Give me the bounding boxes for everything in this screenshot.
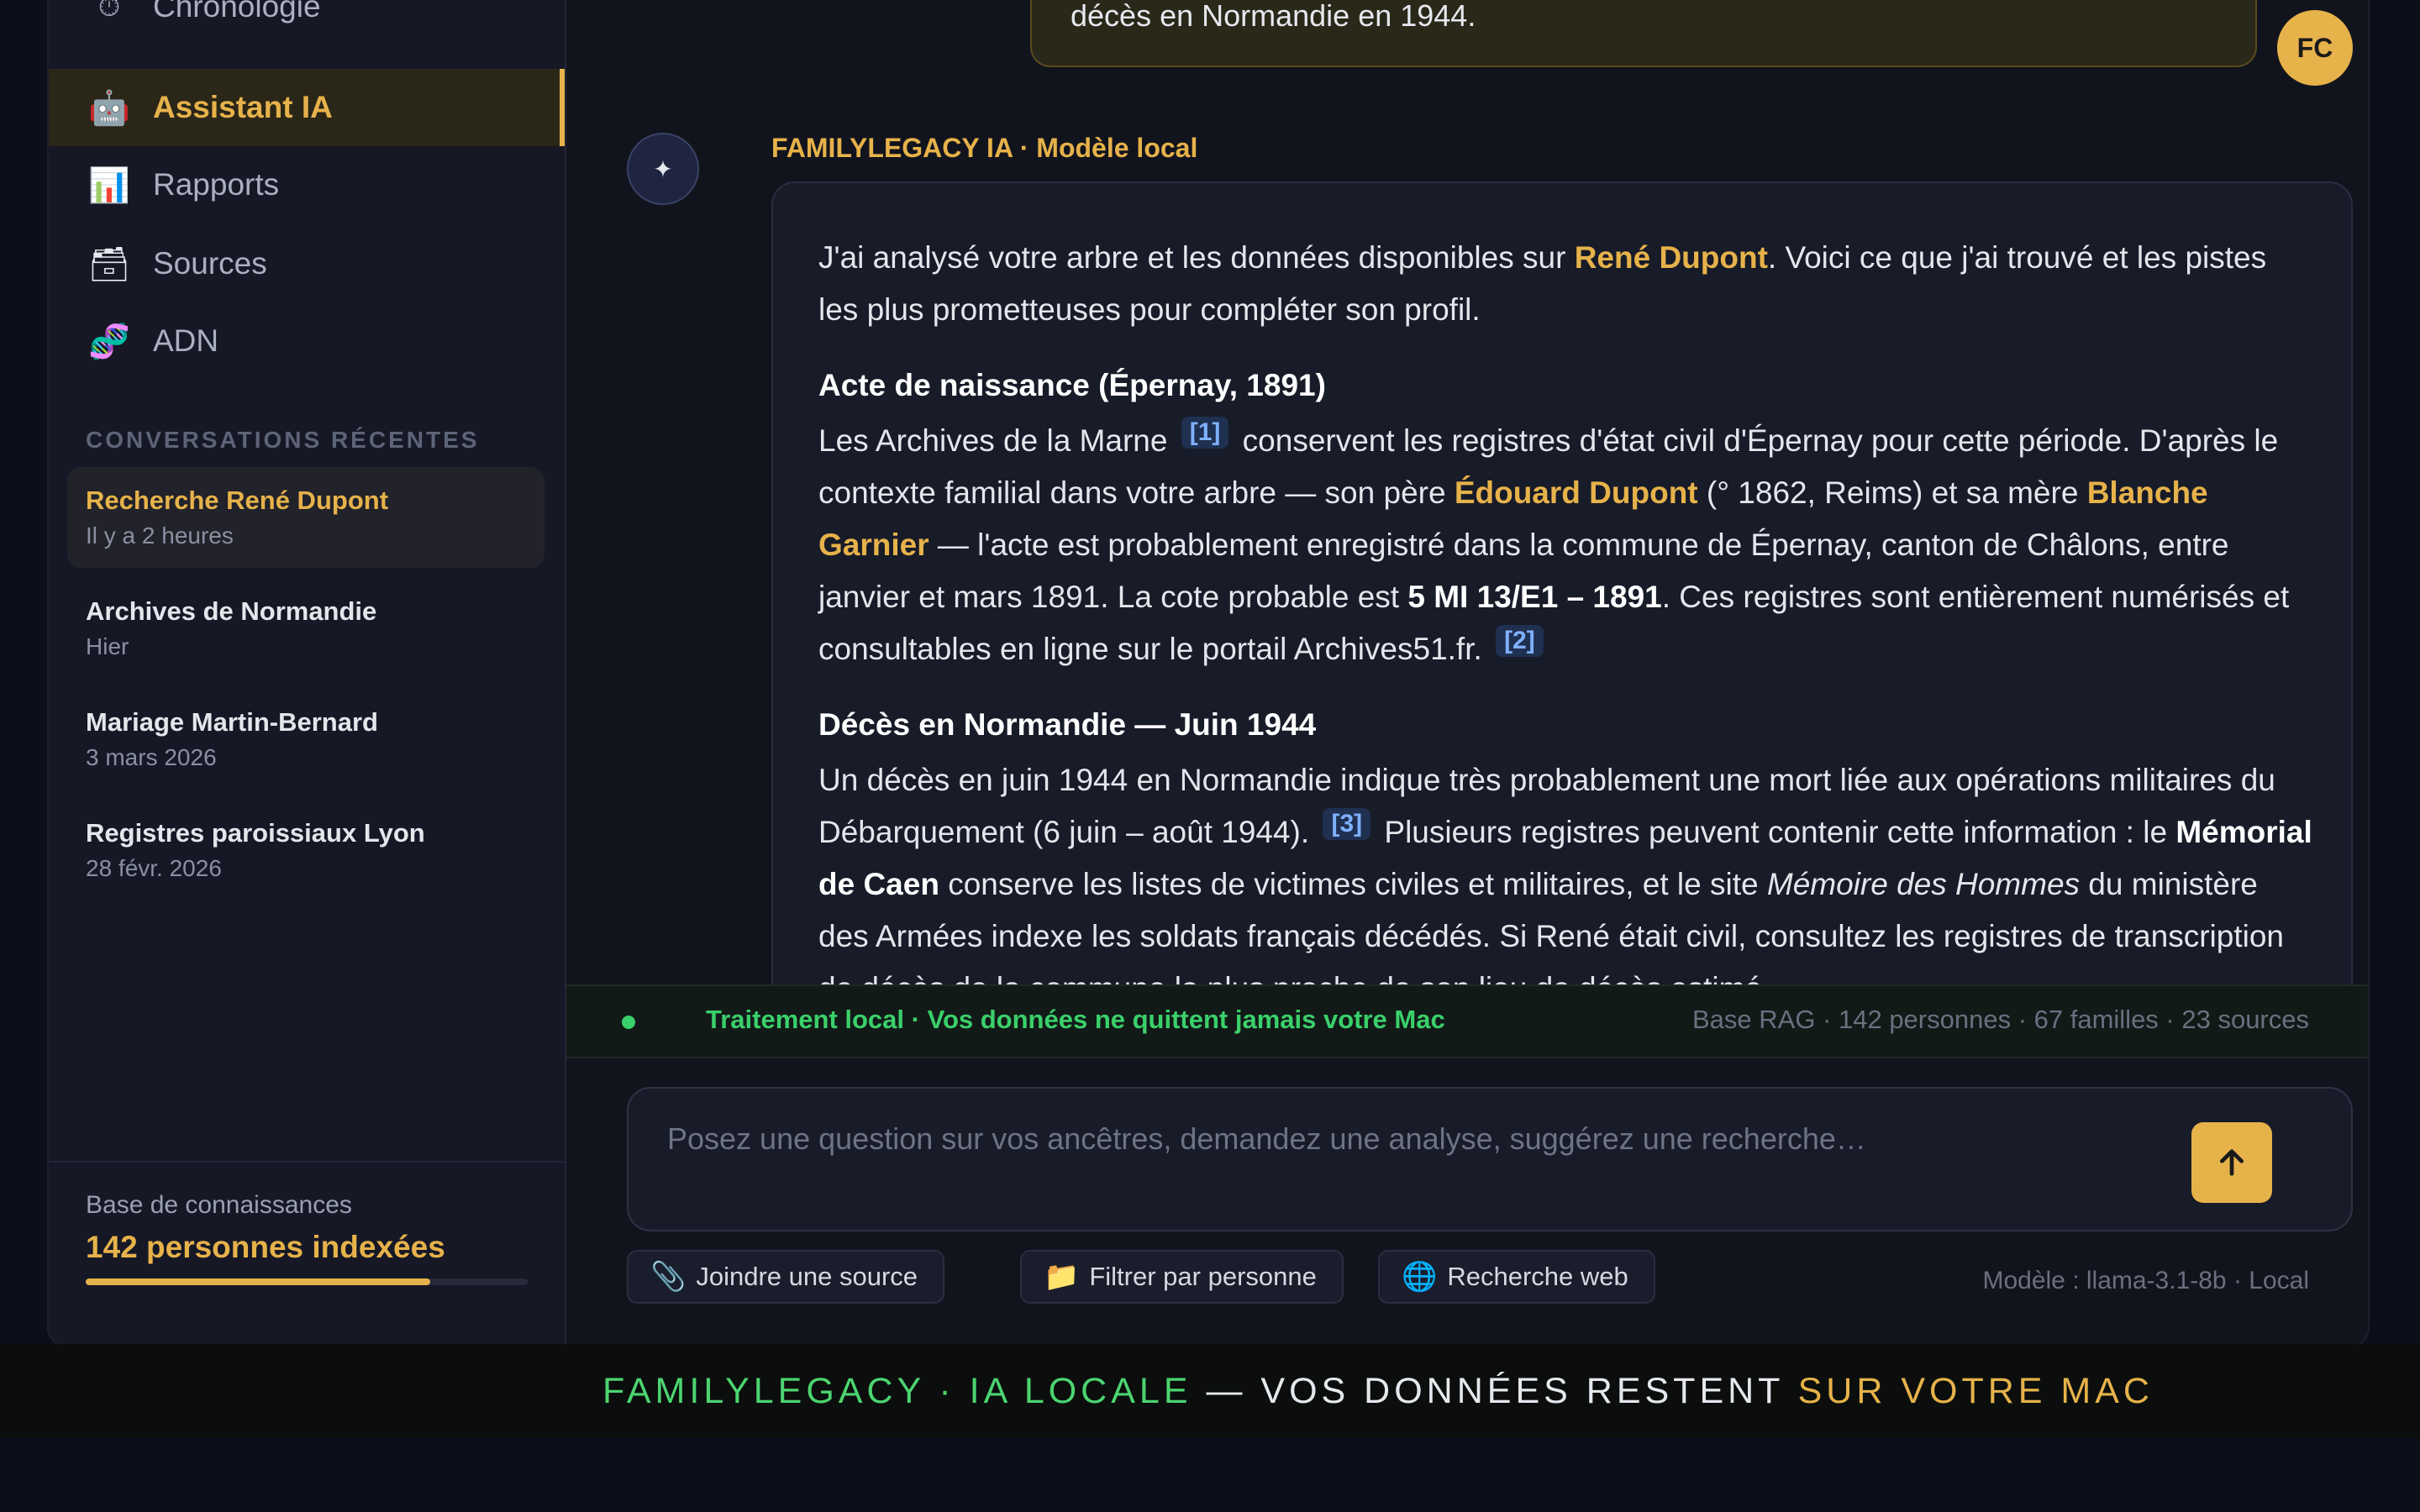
- conversation-item[interactable]: Archives de Normandie Hier: [67, 578, 544, 679]
- conversation-item[interactable]: Mariage Martin-Bernard 3 mars 2026: [67, 689, 544, 790]
- sidebar-item-assistant-ia[interactable]: 🤖 Assistant IA: [49, 69, 565, 146]
- person-link[interactable]: René Dupont: [1575, 240, 1768, 275]
- message-composer: [627, 1087, 2353, 1231]
- banner-middle: — VOS DONNÉES RESTENT: [1192, 1370, 1798, 1411]
- text-run: (° 1862, Reims) et sa mère: [1697, 475, 2087, 510]
- knowledge-base-progress-fill: [86, 1278, 431, 1285]
- citation-badge[interactable]: [3]: [1323, 807, 1371, 840]
- send-button[interactable]: [2191, 1122, 2272, 1203]
- conversation-time: Il y a 2 heures: [86, 522, 234, 549]
- paperclip-icon: 📎: [650, 1261, 687, 1293]
- intro-paragraph: J'ai analysé votre arbre et les données …: [818, 232, 2314, 336]
- chip-label: Recherche web: [1447, 1262, 1628, 1291]
- rag-stats: Base RAG · 142 personnes · 67 familles ·…: [1691, 1005, 2309, 1034]
- sidebar-item-label: Assistant IA: [153, 90, 333, 124]
- archive-reference: 5 MI 13/E1 – 1891: [1407, 580, 1662, 614]
- user-message-text: décès en Normandie en 1944.: [1071, 0, 1476, 33]
- knowledge-base-count: 142 personnes indexées: [86, 1230, 445, 1264]
- chip-label: Filtrer par personne: [1089, 1262, 1317, 1291]
- web-search-button[interactable]: 🌐 Recherche web: [1378, 1250, 1655, 1304]
- emphasis: Mémoire des Hommes: [1766, 867, 2081, 901]
- ai-message-body: J'ai analysé votre arbre et les données …: [818, 232, 2314, 1038]
- citation-badge[interactable]: [2]: [1496, 624, 1544, 657]
- text-run: conserve les listes de victimes civiles …: [939, 867, 1767, 901]
- text-run: J'ai analysé votre arbre et les données …: [818, 240, 1575, 275]
- recent-conversations-title: CONVERSATIONS RÉCENTES: [86, 427, 480, 453]
- arrow-up-icon: [2220, 1149, 2244, 1176]
- attach-source-button[interactable]: 📎 Joindre une source: [627, 1250, 945, 1304]
- conversation-time: Hier: [86, 633, 129, 659]
- folder-icon: 📁: [1044, 1261, 1080, 1293]
- divider: [49, 1161, 565, 1163]
- user-message: décès en Normandie en 1944.: [1030, 0, 2257, 67]
- citation-badge[interactable]: [1]: [1181, 416, 1229, 449]
- footer-banner: FAMILYLEGACY · IA LOCALE — VOS DONNÉES R…: [0, 1344, 2420, 1438]
- banner-end: SUR VOTRE MAC: [1797, 1370, 2154, 1411]
- ai-sparkle-icon: ✦: [627, 133, 699, 205]
- conversation-title: Archives de Normandie: [86, 596, 377, 626]
- globe-icon: 🌐: [1402, 1261, 1438, 1293]
- archive-box-icon: 🗃: [87, 245, 131, 283]
- banner-text: FAMILYLEGACY · IA LOCALE — VOS DONNÉES R…: [602, 1371, 2154, 1412]
- person-link[interactable]: Édouard Dupont: [1455, 475, 1698, 510]
- conversation-item[interactable]: Registres paroissiaux Lyon 28 févr. 2026: [67, 800, 544, 900]
- sidebar-item-chronologie[interactable]: ⏱ Chronologie: [49, 0, 565, 45]
- message-input[interactable]: [666, 1117, 2097, 1161]
- conversation-title: Registres paroissiaux Lyon: [86, 818, 425, 848]
- sidebar-item-adn[interactable]: 🧬 ADN: [49, 302, 565, 380]
- conversation-time: 3 mars 2026: [86, 744, 217, 770]
- section-heading: Décès en Normandie — Juin 1944: [818, 707, 1317, 742]
- sidebar-item-label: Chronologie: [153, 0, 321, 24]
- privacy-status-text: Traitement local · Vos données ne quitte…: [706, 1005, 1445, 1034]
- stopwatch-icon: ⏱: [97, 0, 121, 23]
- privacy-status-bar: Traitement local · Vos données ne quitte…: [566, 984, 2368, 1058]
- text-run: Les Archives de la Marne: [818, 423, 1176, 458]
- status-dot-icon: [622, 1016, 635, 1029]
- conversation-title: Mariage Martin-Bernard: [86, 707, 378, 737]
- sidebar-item-sources[interactable]: 🗃 Sources: [49, 225, 565, 302]
- conversation-item[interactable]: Recherche René Dupont Il y a 2 heures: [67, 467, 544, 568]
- knowledge-base-label: Base de connaissances: [86, 1191, 352, 1219]
- app-window: ⏱ Chronologie 🤖 Assistant IA 📊 Rapports …: [47, 0, 2370, 1347]
- text-run: Plusieurs registres peuvent contenir cet…: [1376, 815, 2176, 849]
- bar-chart-icon: 📊: [88, 166, 130, 204]
- avatar[interactable]: FC: [2277, 10, 2353, 86]
- sidebar: ⏱ Chronologie 🤖 Assistant IA 📊 Rapports …: [49, 0, 566, 1346]
- ai-message: J'ai analysé votre arbre et les données …: [771, 181, 2353, 1021]
- conversation-title: Recherche René Dupont: [86, 486, 389, 515]
- sidebar-item-label: Sources: [153, 246, 267, 281]
- birth-paragraph: Les Archives de la Marne [1] conservent …: [818, 415, 2314, 675]
- dna-icon: 🧬: [88, 323, 130, 360]
- filter-person-button[interactable]: 📁 Filtrer par personne: [1020, 1250, 1344, 1304]
- sidebar-item-rapports[interactable]: 📊 Rapports: [49, 146, 565, 223]
- chat-panel: décès en Normandie en 1944. FC ✦ FAMILYL…: [566, 0, 2368, 1346]
- chip-label: Joindre une source: [696, 1262, 918, 1291]
- section-heading: Acte de naissance (Épernay, 1891): [818, 368, 1326, 402]
- sidebar-item-label: ADN: [153, 323, 219, 358]
- ai-message-header: FAMILYLEGACY IA · Modèle local: [771, 133, 1198, 163]
- knowledge-base-progress: [86, 1278, 528, 1285]
- sidebar-item-label: Rapports: [153, 167, 280, 202]
- robot-icon: 🤖: [88, 89, 130, 127]
- conversation-time: 28 févr. 2026: [86, 855, 222, 881]
- banner-brand: FAMILYLEGACY · IA LOCALE: [602, 1370, 1192, 1411]
- death-paragraph: Un décès en juin 1944 en Normandie indiq…: [818, 754, 2314, 1015]
- model-indicator: Modèle : llama-3.1-8b · Local: [1982, 1267, 2309, 1294]
